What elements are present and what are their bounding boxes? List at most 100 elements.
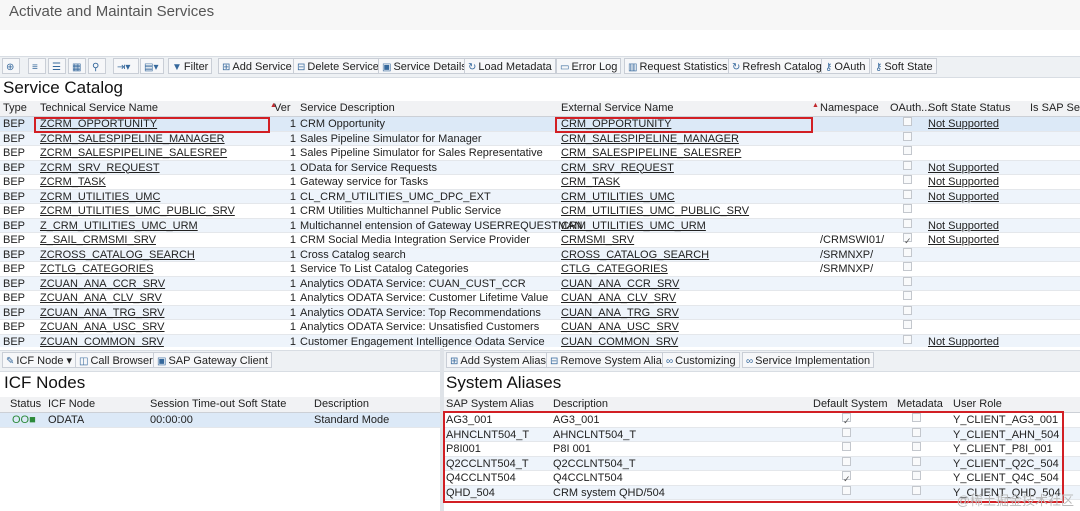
find-icon[interactable]: ⚲ [88, 58, 106, 74]
col-status[interactable]: Status [10, 398, 41, 410]
oauth-checkbox[interactable]: ✓ [903, 233, 912, 246]
call-browser-button[interactable]: ◫ Call Browser [75, 352, 157, 368]
pencil-icon: ✎ [6, 356, 15, 367]
table-row[interactable]: BEP ZCUAN_ANA_TRG_SRV 1 Analytics ODATA Ser… [0, 305, 1080, 320]
table-row[interactable]: BEP ZCUAN_ANA_CLV_SRV 1 Analytics ODATA Ser… [0, 291, 1080, 306]
oauth-checkbox[interactable] [903, 117, 912, 126]
cell-soft-state: Not Supported [928, 161, 999, 174]
export-icon[interactable]: ⇥▾ [113, 58, 139, 74]
cell-version: 1 [289, 292, 296, 304]
col-type[interactable]: Type [3, 102, 27, 114]
service-catalog-table: Type Technical Service Name ▲ Ver Servic… [0, 101, 1080, 347]
delete-service-button[interactable]: ⊟ Delete Service [293, 58, 383, 74]
catalog-header: Type Technical Service Name ▲ Ver Servic… [0, 101, 1080, 117]
col-alias[interactable]: SAP System Alias [446, 398, 534, 410]
sort-icon[interactable]: ☰ [48, 58, 66, 74]
alias-toolbar: ⊞ Add System Alias ⊟ Remove System Alias ∞… [444, 350, 1080, 372]
system-aliases-title: System Aliases [446, 373, 562, 392]
add-service-button[interactable]: ⊞ Add Service [218, 58, 296, 74]
oauth-checkbox[interactable] [903, 204, 912, 213]
cell-type: BEP [3, 205, 26, 217]
col-external-name[interactable]: External Service Name [561, 102, 674, 114]
oauth-checkbox[interactable] [903, 276, 912, 286]
oauth-checkbox[interactable] [903, 247, 912, 257]
col-soft-state[interactable]: Soft State Status [928, 102, 1011, 114]
stats-icon: ▥ [628, 62, 638, 73]
table-row[interactable]: BEP ZCUAN_COMMON_SRV 1 Customer Engagement … [0, 334, 1080, 348]
oauth-checkbox[interactable] [903, 218, 912, 228]
icf-nodes-table: Status ICF Node Session Time-out Soft St… [0, 397, 440, 511]
cell-technical-name: ZCUAN_ANA_TRG_SRV [40, 306, 165, 319]
remove-system-alias-button[interactable]: ⊟ Remove System Alias [546, 352, 672, 368]
oauth-checkbox[interactable] [903, 175, 912, 184]
cell-icf-description: Standard Mode [314, 414, 390, 426]
load-metadata-button[interactable]: ↻ Load Metadata [464, 58, 556, 74]
table-row[interactable]: BEP Z_CRM_UTILITIES_UMC_URM 1 Multichannel … [0, 218, 1080, 233]
oauth-checkbox[interactable] [903, 334, 912, 344]
col-technical-name[interactable]: Technical Service Name [40, 102, 158, 114]
oauth-checkbox[interactable] [903, 291, 912, 300]
cell-description: Customer Engagement Intelligence Odata S… [300, 335, 545, 348]
col-description[interactable]: Service Description [300, 102, 395, 114]
cell-type: BEP [3, 292, 26, 304]
oauth-checkbox[interactable] [903, 305, 912, 315]
table-row[interactable]: BEP ZCROSS_CATALOG_SEARCH 1 Cross Catalog s… [0, 247, 1080, 262]
layout-icon[interactable]: ▤▾ [140, 58, 164, 74]
col-oauth[interactable]: OAuth... [890, 102, 930, 114]
oauth-checkbox[interactable] [903, 160, 912, 170]
table-row[interactable]: BEP ZCRM_SRV_REQUEST 1 OData for Service Re… [0, 160, 1080, 175]
icf-node-button[interactable]: ✎ ICF Node ▾ [2, 352, 77, 368]
service-implementation-button[interactable]: ∞ Service Implementation [742, 352, 875, 368]
cell-version: 1 [289, 219, 296, 232]
table-row[interactable]: BEP ZCUAN_ANA_USC_SRV 1 Analytics ODATA Ser… [0, 320, 1080, 335]
col-version[interactable]: Ver [274, 102, 291, 114]
table-row[interactable]: BEP ZCRM_SALESPIPELINE_SALESREP 1 Sales Pip… [0, 146, 1080, 161]
table-row[interactable]: BEP Z_SAIL_CRMSMI_SRV 1 CRM Social Media In… [0, 233, 1080, 248]
col-metadata[interactable]: Metadata [897, 398, 943, 410]
table-icon[interactable]: ▦ [68, 58, 86, 74]
table-row[interactable]: BEP ZCRM_UTILITIES_UMC_PUBLIC_SRV 1 CRM Uti… [0, 204, 1080, 219]
oauth-checkbox[interactable] [903, 262, 912, 271]
zoom-icon[interactable]: ⊕ [2, 58, 20, 74]
cell-type: BEP [3, 132, 26, 145]
error-log-button[interactable]: ▭ Error Log [556, 58, 622, 74]
request-statistics-button[interactable]: ▥ Request Statistics [624, 58, 732, 74]
add-system-alias-button[interactable]: ⊞ Add System Alias [446, 352, 550, 368]
cell-technical-name: Z_CRM_UTILITIES_UMC_URM [40, 219, 198, 232]
cell-description: CRM Opportunity [300, 118, 385, 130]
col-alias-description[interactable]: Description [553, 398, 608, 410]
cell-description: OData for Service Requests [300, 161, 437, 174]
key-icon: ⚷ [825, 62, 833, 73]
col-session-timeout[interactable]: Session Time-out Soft State [150, 398, 286, 410]
customizing-button[interactable]: ∞ Customizing [662, 352, 740, 368]
table-row[interactable]: BEP ZCRM_TASK 1 Gateway service for Tasks CR… [0, 175, 1080, 190]
oauth-checkbox[interactable] [903, 189, 912, 199]
col-icf-node[interactable]: ICF Node [48, 398, 95, 410]
table-row[interactable]: BEP ZCTLG_CATEGORIES 1 Service To List Cata… [0, 262, 1080, 277]
oauth-checkbox[interactable] [903, 131, 912, 141]
gateway-client-button[interactable]: ▣ SAP Gateway Client [153, 352, 272, 368]
log-icon: ▭ [560, 62, 570, 73]
oauth-button[interactable]: ⚷ OAuth [821, 58, 870, 74]
service-details-button[interactable]: ▣ Service Details [378, 58, 471, 74]
cell-type: BEP [3, 190, 26, 203]
col-is-sap-service[interactable]: Is SAP Serv [1030, 102, 1080, 114]
col-user-role[interactable]: User Role [953, 398, 1002, 410]
soft-state-button[interactable]: ⚷ Soft State [871, 58, 937, 74]
oauth-checkbox[interactable] [903, 146, 912, 155]
col-icf-description[interactable]: Description [314, 398, 369, 410]
filter-button[interactable]: ▼ Filter [168, 58, 213, 74]
oauth-checkbox[interactable] [903, 320, 912, 329]
col-namespace[interactable]: Namespace [820, 102, 879, 114]
table-row[interactable]: BEP ZCRM_UTILITIES_UMC 1 CL_CRM_UTILITIES_U… [0, 189, 1080, 204]
table-row[interactable]: BEP ZCUAN_ANA_CCR_SRV 1 Analytics ODATA Ser… [0, 276, 1080, 291]
refresh-catalog-button[interactable]: ↻ Refresh Catalog [728, 58, 826, 74]
cell-external-name: CTLG_CATEGORIES [561, 263, 668, 275]
align-icon[interactable]: ≡ [28, 58, 46, 74]
table-row[interactable]: BEP ZCRM_SALESPIPELINE_MANAGER 1 Sales Pipe… [0, 131, 1080, 146]
table-row[interactable]: OO■ ODATA 00:00:00 Standard Mode [0, 413, 440, 428]
cell-soft-state: Not Supported [928, 335, 999, 348]
cell-technical-name: ZCRM_UTILITIES_UMC [40, 190, 161, 203]
service-catalog-title: Service Catalog [3, 78, 124, 97]
col-default-system[interactable]: Default System [813, 398, 888, 410]
